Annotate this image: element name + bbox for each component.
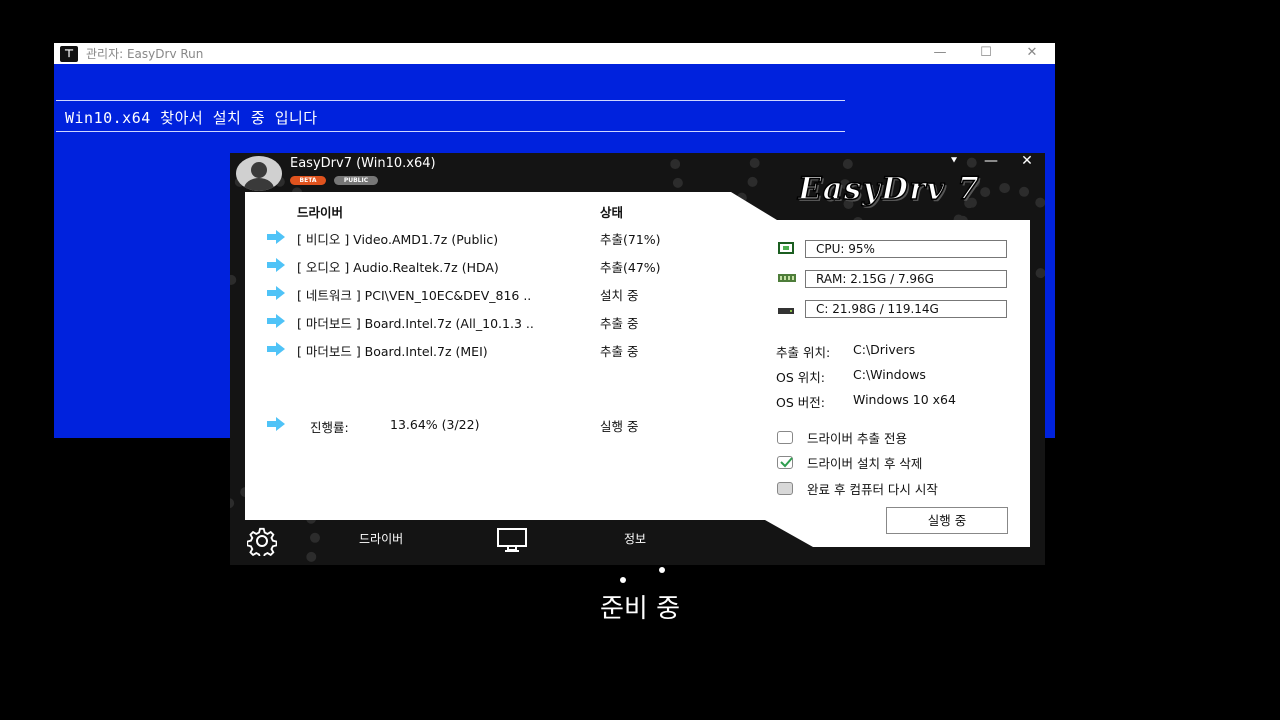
os-version-value: Windows 10 x64 [853, 392, 956, 407]
driver-row-name[interactable]: [ 비디오 ] Video.AMD1.7z (Public) [297, 229, 498, 248]
progress-status: 실행 중 [600, 419, 639, 434]
loading-text: 준비 중 [599, 594, 681, 624]
monitor-icon[interactable] [496, 527, 528, 553]
beta-badge: BETA [290, 176, 326, 185]
minimize-button[interactable]: — [979, 153, 1003, 169]
ram-icon [778, 274, 796, 282]
arrow-right-icon [267, 230, 285, 244]
cpu-usage: CPU: 95% [805, 240, 1007, 258]
easydrv-window: EasyDrv7 (Win10.x64) BETA PUBLIC ⯆ — ✕ E… [230, 153, 1045, 565]
arrow-right-icon [267, 258, 285, 272]
terminal-icon: ⊤ [60, 45, 78, 62]
arrow-right-icon [267, 286, 285, 300]
console-titlebar[interactable]: ⊤ 관리자: EasyDrv Run — ☐ ✕ [54, 43, 1055, 64]
column-header-status: 상태 [600, 205, 624, 220]
loading-dot [620, 577, 626, 583]
driver-tab[interactable]: 드라이버 [359, 530, 403, 547]
driver-row-status: 추출(47%) [600, 260, 661, 275]
arrow-right-icon [267, 342, 285, 356]
ram-usage: RAM: 2.15G / 7.96G [805, 270, 1007, 288]
os-location-value: C:\Windows [853, 367, 926, 382]
cpu-icon [778, 242, 794, 254]
run-button[interactable]: 실행 중 [886, 507, 1008, 534]
driver-row-name[interactable]: [ 마더보드 ] Board.Intel.7z (MEI) [297, 341, 488, 360]
driver-row-status: 설치 중 [600, 288, 639, 303]
extract-location-value: C:\Drivers [853, 342, 916, 357]
settings-gear-icon[interactable] [247, 526, 277, 556]
column-header-driver: 드라이버 [297, 205, 344, 220]
close-button[interactable]: ✕ [1009, 43, 1055, 64]
console-divider [56, 100, 845, 101]
progress-value: 13.64% (3/22) [390, 417, 480, 432]
extract-only-checkbox[interactable] [777, 431, 793, 444]
menu-dropdown-icon[interactable]: ⯆ [942, 154, 966, 168]
driver-row-status: 추출(71%) [600, 232, 661, 247]
info-tab[interactable]: 정보 [624, 530, 646, 547]
arrow-right-icon [267, 417, 285, 431]
os-location-label: OS 위치: [776, 370, 825, 385]
delete-after-install-label[interactable]: 드라이버 설치 후 삭제 [807, 453, 922, 472]
maximize-button[interactable]: ☐ [963, 43, 1009, 64]
console-message: Win10.x64 찾아서 설치 중 입니다 [65, 109, 318, 127]
restart-after-complete-label[interactable]: 완료 후 컴퓨터 다시 시작 [807, 479, 938, 498]
checkmark-icon [780, 457, 793, 468]
arrow-right-icon [267, 314, 285, 328]
driver-row-name[interactable]: [ 마더보드 ] Board.Intel.7z (All_10.1.3 .. [297, 313, 534, 332]
driver-row-status: 추출 중 [600, 316, 639, 331]
console-divider [56, 131, 845, 132]
window-title: EasyDrv7 (Win10.x64) [290, 156, 436, 171]
progress-label: 진행률: [310, 420, 349, 435]
disk-icon [778, 308, 794, 314]
restart-after-complete-checkbox[interactable] [777, 482, 793, 495]
driver-row-name[interactable]: [ 네트워크 ] PCI\VEN_10EC&DEV_816 .. [297, 285, 531, 304]
avatar[interactable] [236, 156, 282, 191]
public-badge: PUBLIC [334, 176, 378, 185]
minimize-button[interactable]: — [917, 43, 963, 64]
extract-only-label[interactable]: 드라이버 추출 전용 [807, 428, 907, 447]
console-title: 관리자: EasyDrv Run [86, 47, 204, 61]
os-version-label: OS 버전: [776, 395, 825, 410]
loading-dot [659, 567, 665, 573]
close-button[interactable]: ✕ [1015, 153, 1039, 169]
delete-after-install-checkbox[interactable] [777, 456, 793, 469]
extract-location-label: 추출 위치: [776, 345, 831, 360]
disk-usage: C: 21.98G / 119.14G [805, 300, 1007, 318]
app-logo: EasyDrv 7 [797, 170, 980, 208]
driver-row-name[interactable]: [ 오디오 ] Audio.Realtek.7z (HDA) [297, 257, 499, 276]
driver-row-status: 추출 중 [600, 344, 639, 359]
